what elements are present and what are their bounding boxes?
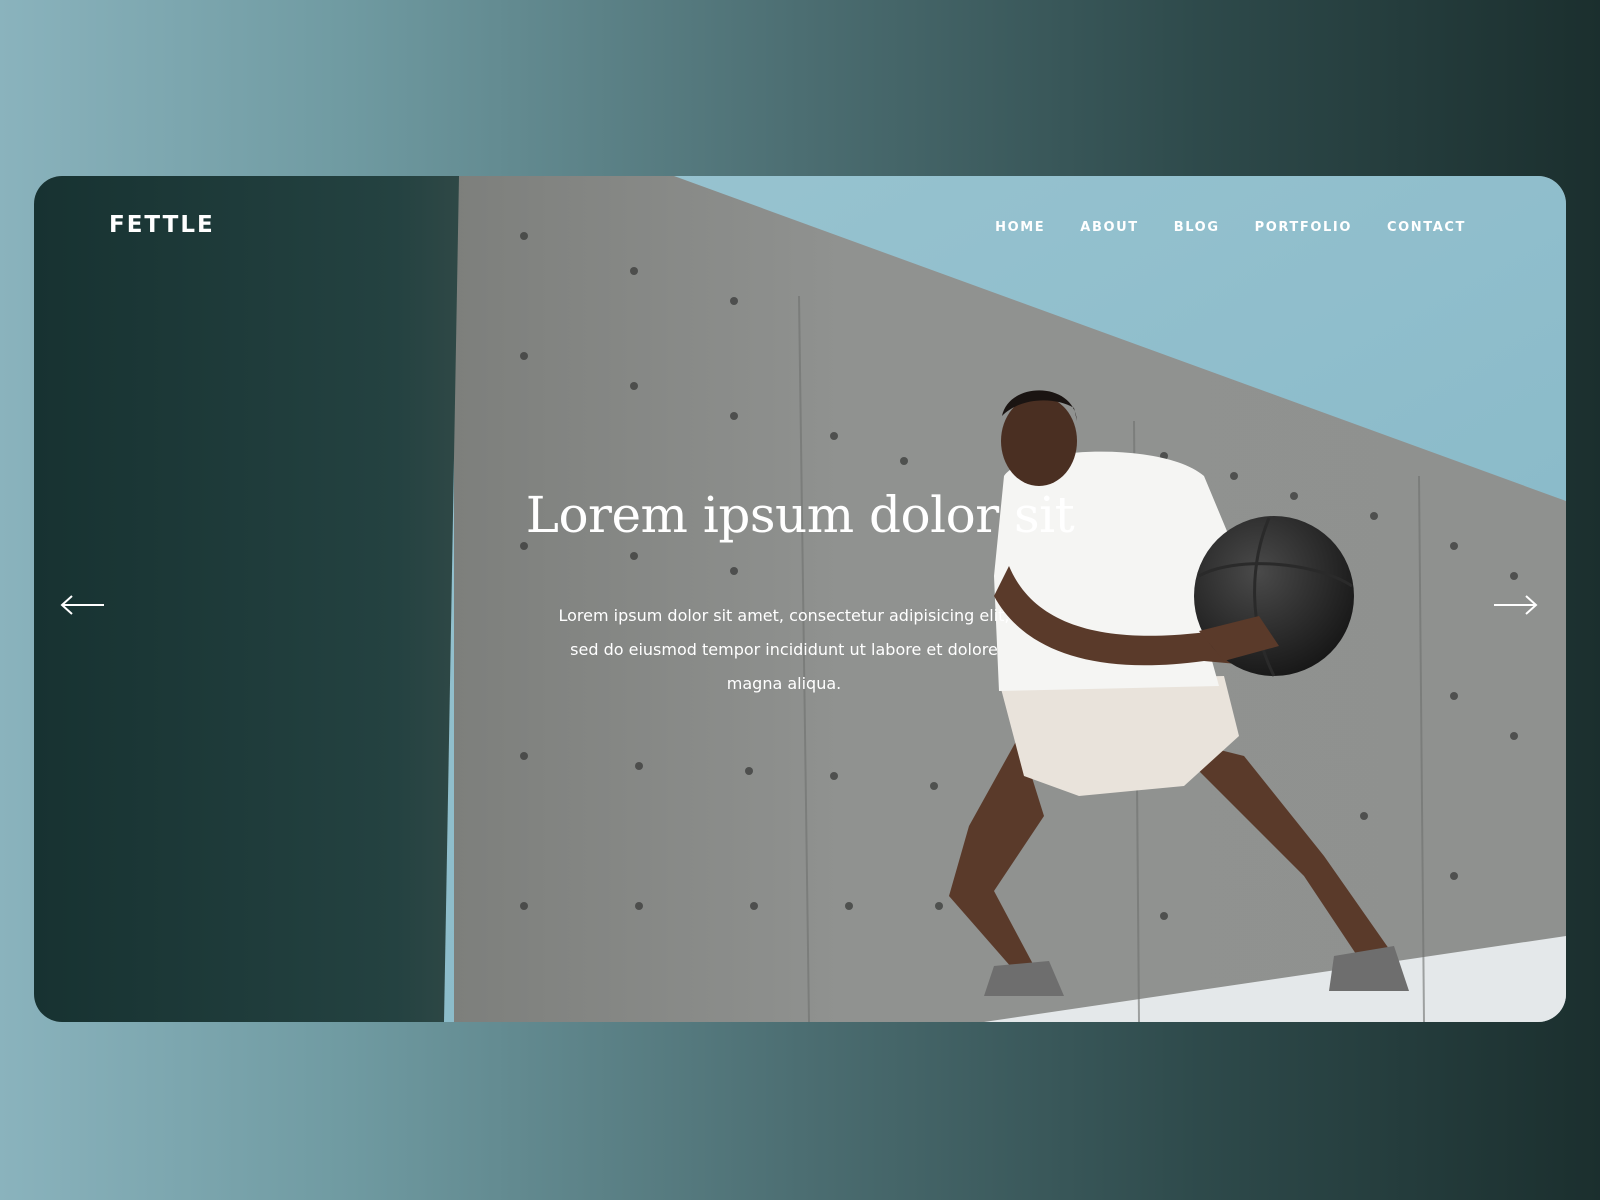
nav-item-contact[interactable]: CONTACT bbox=[1387, 220, 1466, 235]
hero-description-line: Lorem ipsum dolor sit amet, consectetur … bbox=[558, 606, 1010, 625]
next-slide-button[interactable] bbox=[1492, 592, 1538, 618]
hero-banner: FETTLE HOME ABOUT BLOG PORTFOLIO CONTACT… bbox=[34, 176, 1566, 1022]
arrow-right-icon bbox=[1494, 595, 1538, 615]
nav-item-home[interactable]: HOME bbox=[995, 220, 1045, 235]
brand-logo[interactable]: FETTLE bbox=[109, 212, 215, 238]
main-nav: HOME ABOUT BLOG PORTFOLIO CONTACT bbox=[995, 220, 1466, 235]
hero-description-line: magna aliqua. bbox=[726, 674, 842, 693]
nav-item-blog[interactable]: BLOG bbox=[1174, 220, 1220, 235]
nav-item-portfolio[interactable]: PORTFOLIO bbox=[1255, 220, 1352, 235]
prev-slide-button[interactable] bbox=[60, 592, 106, 618]
hero-description-line: sed do eiusmod tempor incididunt ut labo… bbox=[570, 640, 998, 659]
hero-description: Lorem ipsum dolor sit amet, consectetur … bbox=[550, 599, 1018, 701]
arrow-left-icon bbox=[60, 595, 104, 615]
nav-item-about[interactable]: ABOUT bbox=[1080, 220, 1138, 235]
hero-headline: Lorem ipsum dolor sit bbox=[525, 486, 1075, 544]
